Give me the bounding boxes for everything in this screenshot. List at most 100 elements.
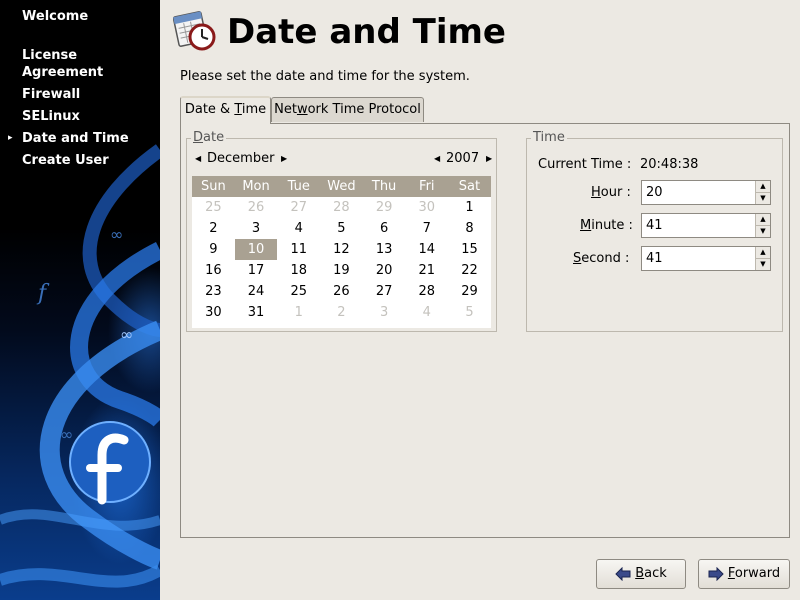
calendar-day[interactable]: 21	[405, 260, 448, 281]
calendar-day[interactable]: 18	[277, 260, 320, 281]
calendar-day[interactable]: 6	[363, 218, 406, 239]
calendar-day[interactable]: 26	[320, 281, 363, 302]
back-button[interactable]: Back	[596, 559, 686, 589]
decrement-icon[interactable]: ▼	[756, 226, 770, 237]
calendar-day-other-month[interactable]: 29	[363, 197, 406, 218]
tab-label-mnemonic: w	[296, 102, 308, 117]
calendar-day[interactable]: 25	[277, 281, 320, 302]
calendar-day-other-month[interactable]: 4	[405, 302, 448, 323]
decrement-icon[interactable]: ▼	[756, 259, 770, 270]
calendar-day[interactable]: 24	[235, 281, 278, 302]
page-title: Date and Time	[227, 12, 506, 52]
minute-spinbutton[interactable]: 41 ▲ ▼	[641, 213, 771, 238]
svg-text:∞: ∞	[110, 225, 123, 244]
second-spinbutton[interactable]: 41 ▲ ▼	[641, 246, 771, 271]
calendar-day-other-month[interactable]: 2	[320, 302, 363, 323]
day-header: Sat	[458, 179, 481, 194]
calendar-day[interactable]: 29	[448, 281, 491, 302]
calendar-week-row: 30 31 1 2 3 4 5	[192, 302, 491, 323]
calendar-day[interactable]: 17	[235, 260, 278, 281]
tab-label-part: ork Time Protocol	[307, 102, 421, 117]
day-header: Wed	[327, 179, 356, 194]
calendar-day[interactable]: 9	[192, 239, 235, 260]
label-mnemonic: H	[591, 185, 601, 200]
frame-label-rest: ate	[203, 130, 225, 145]
sidebar-item-label: Create User	[22, 153, 109, 168]
calendar-day-other-month[interactable]: 3	[363, 302, 406, 323]
tab-network-time-protocol[interactable]: Network Time Protocol	[271, 97, 424, 122]
sidebar: f ∞ ∞ ∞ Welcome License Agreement Firewa…	[0, 0, 160, 600]
calendar-day-other-month[interactable]: 30	[405, 197, 448, 218]
next-month-icon[interactable]: ▶	[281, 154, 287, 163]
increment-icon[interactable]: ▲	[756, 214, 770, 226]
calendar[interactable]: Sun Mon Tue Wed Thu Fri Sat 25 26 27 28 29 30 1 2 3 4 5 6…	[192, 176, 491, 328]
calendar-day-other-month[interactable]: 1	[277, 302, 320, 323]
decrement-icon[interactable]: ▼	[756, 193, 770, 204]
calendar-day[interactable]: 30	[192, 302, 235, 323]
tab-label-part: ime	[241, 102, 267, 117]
calendar-day[interactable]: 31	[235, 302, 278, 323]
current-step-arrow-icon: ▸	[8, 133, 13, 143]
tab-date-and-time[interactable]: Date & Time	[180, 96, 271, 124]
sidebar-item-date-and-time: ▸ Date and Time	[0, 128, 160, 150]
sidebar-item-welcome: Welcome	[0, 6, 160, 28]
calendar-day[interactable]: 20	[363, 260, 406, 281]
sidebar-item-label: Firewall	[22, 87, 81, 102]
calendar-body[interactable]: 25 26 27 28 29 30 1 2 3 4 5 6 7 8 9 10 11 12 13 14 15 16 17 18 1…	[192, 197, 491, 323]
calendar-day[interactable]: 22	[448, 260, 491, 281]
svg-text:f: f	[36, 281, 50, 306]
day-header: Thu	[371, 179, 397, 194]
calendar-day[interactable]: 28	[405, 281, 448, 302]
tab-label-mnemonic: T	[234, 102, 242, 117]
increment-icon[interactable]: ▲	[756, 247, 770, 259]
back-arrow-icon	[615, 566, 631, 581]
calendar-day[interactable]: 1	[448, 197, 491, 218]
increment-icon[interactable]: ▲	[756, 181, 770, 193]
calendar-day[interactable]: 5	[320, 218, 363, 239]
calendar-day[interactable]: 8	[448, 218, 491, 239]
calendar-week-row: 2345678	[192, 218, 491, 239]
calendar-day[interactable]: 23	[192, 281, 235, 302]
calendar-day[interactable]: 2	[192, 218, 235, 239]
calendar-day[interactable]: 15	[448, 239, 491, 260]
day-header: Sun	[200, 179, 226, 194]
calendar-day-other-month[interactable]: 28	[320, 197, 363, 218]
calendar-day[interactable]: 12	[320, 239, 363, 260]
month-label: December	[207, 151, 275, 166]
label-rest: econd :	[581, 251, 630, 266]
calendar-day[interactable]: 14	[405, 239, 448, 260]
frame-label-mnemonic: D	[193, 130, 204, 145]
calendar-day[interactable]: 13	[363, 239, 406, 260]
sidebar-item-label: License Agreement	[22, 48, 104, 80]
calendar-day[interactable]: 3	[235, 218, 278, 239]
calendar-day[interactable]: 19	[320, 260, 363, 281]
button-mnemonic: F	[727, 566, 735, 581]
day-header: Fri	[419, 179, 435, 194]
button-label-rest: ack	[644, 566, 667, 581]
sidebar-item-create-user: Create User	[0, 150, 160, 172]
calendar-week-row: 23 24 25 26 27 28 29	[192, 281, 491, 302]
calendar-day-other-month[interactable]: 25	[192, 197, 235, 218]
hour-value: 20	[646, 185, 663, 200]
prev-month-icon[interactable]: ◀	[195, 154, 201, 163]
second-value: 41	[646, 251, 663, 266]
calendar-day-other-month[interactable]: 5	[448, 302, 491, 323]
tab-label-part: Net	[274, 102, 297, 117]
sidebar-item-selinux: SELinux	[0, 106, 160, 128]
hour-spinbutton[interactable]: 20 ▲ ▼	[641, 180, 771, 205]
year-label: 2007	[446, 151, 480, 166]
calendar-day[interactable]: 16	[192, 260, 235, 281]
calendar-day[interactable]: 7	[405, 218, 448, 239]
calendar-day[interactable]: 11	[277, 239, 320, 260]
label-mnemonic: M	[580, 218, 592, 233]
calendar-day[interactable]: 27	[363, 281, 406, 302]
next-year-icon[interactable]: ▶	[486, 154, 492, 163]
calendar-day[interactable]: 4	[277, 218, 320, 239]
minute-label: Minute :	[580, 218, 633, 233]
calendar-day-other-month[interactable]: 27	[277, 197, 320, 218]
calendar-day-other-month[interactable]: 26	[235, 197, 278, 218]
forward-button[interactable]: Forward	[698, 559, 790, 589]
prev-year-icon[interactable]: ◀	[434, 154, 440, 163]
calendar-day-selected[interactable]: 10	[234, 239, 278, 260]
hour-label: Hour :	[591, 185, 631, 200]
